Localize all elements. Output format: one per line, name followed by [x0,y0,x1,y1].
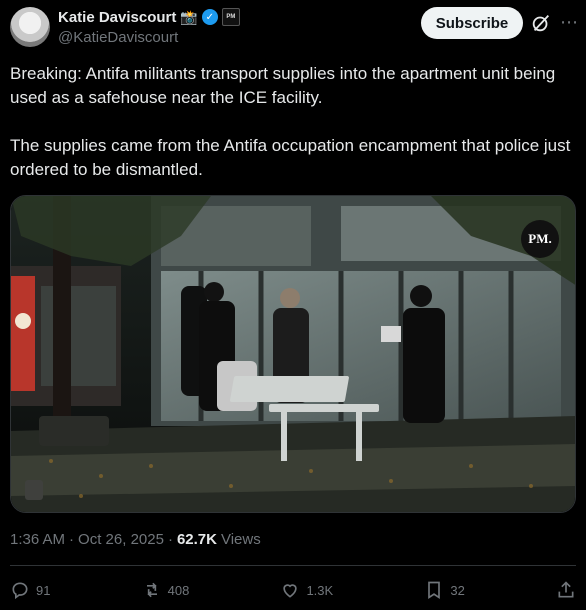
grok-icon[interactable] [530,12,552,34]
author-display-name[interactable]: Katie Daviscourt [58,9,176,26]
meta-separator: · [167,531,173,548]
subscribe-button[interactable]: Subscribe [421,7,523,39]
affiliation-badge[interactable]: PM [221,8,240,26]
avatar[interactable] [10,7,50,47]
bookmark-icon [428,581,441,600]
tweet-time[interactable]: 1:36 AM [10,531,65,548]
verified-check-icon[interactable]: ✓ [201,9,218,25]
meta-separator: · [69,531,75,548]
views-label: Views [220,531,261,548]
pm-watermark: PM. [521,220,559,258]
tweet-text: Breaking: Antifa militants transport sup… [10,62,576,206]
reply-button[interactable]: 91 [10,580,50,600]
camera-emoji: 📸 [180,9,198,25]
divider [10,565,576,566]
repost-icon [146,582,157,598]
share-icon [558,581,574,598]
author-name-row: Katie Daviscourt 📸 ✓ PM [58,8,240,26]
tweet-meta: 1:36 AM · Oct 26, 2025 · 62.7K Views [10,531,261,548]
tweet-date[interactable]: Oct 26, 2025 [78,531,164,548]
heart-icon [283,584,298,598]
reply-count: 91 [36,582,51,598]
author-handle[interactable]: @KatieDaviscourt [58,29,178,46]
views-count: 62.7K [176,531,217,548]
tweet-paragraph-1: Breaking: Antifa militants transport sup… [10,64,556,107]
tweet-media-video[interactable]: PM. [10,195,576,513]
reply-icon [12,582,28,600]
video-frame-illustration [11,196,575,512]
like-count: 1.3K [306,582,334,598]
bookmark-button[interactable]: 32 [424,580,465,600]
repost-button[interactable]: 408 [142,580,190,600]
repost-count: 408 [167,582,190,598]
more-icon[interactable]: ⋯ [557,12,581,32]
share-button[interactable] [556,580,576,600]
tweet-paragraph-2: The supplies came from the Antifa occupa… [10,136,571,179]
tweet-actions: 91 408 1.3K 32 [10,577,576,603]
tweet-header: Katie Daviscourt 📸 ✓ PM @KatieDaviscourt… [0,0,586,58]
like-button[interactable]: 1.3K [280,580,333,600]
bookmark-count: 32 [450,582,465,598]
